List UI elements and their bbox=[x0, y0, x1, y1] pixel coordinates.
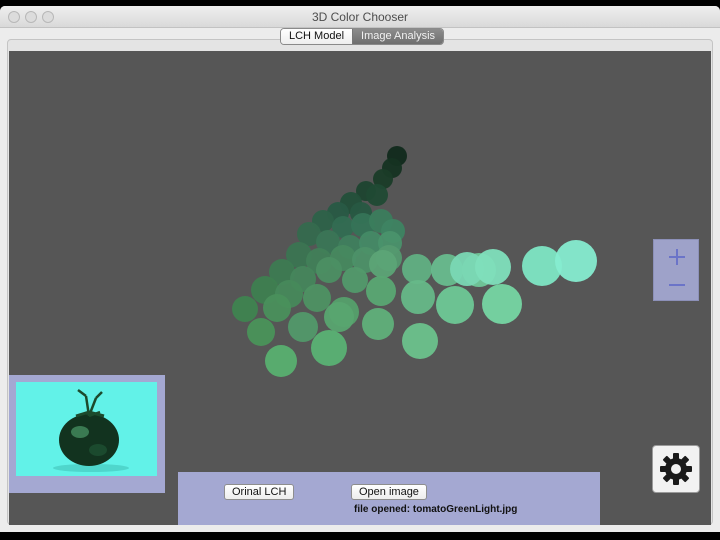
color-point bbox=[288, 312, 318, 342]
zoom-in-button[interactable] bbox=[654, 242, 700, 272]
settings-button[interactable] bbox=[652, 445, 700, 493]
color-point bbox=[402, 323, 438, 359]
file-status-text: file opened: tomatoGreenLight.jpg bbox=[354, 504, 518, 515]
color-point bbox=[265, 345, 297, 377]
color-space-viewport[interactable]: Orinal LCH Open image file opened: tomat… bbox=[9, 51, 711, 525]
window-title: 3D Color Chooser bbox=[311, 10, 409, 24]
gear-icon bbox=[660, 453, 692, 485]
color-point bbox=[402, 254, 432, 284]
color-point bbox=[366, 184, 388, 206]
color-point bbox=[342, 267, 368, 293]
color-point bbox=[475, 249, 511, 285]
color-point bbox=[436, 286, 474, 324]
color-point bbox=[366, 276, 396, 306]
mode-tabs: LCH Model Image Analysis bbox=[280, 28, 445, 45]
image-thumbnail-panel bbox=[9, 375, 165, 493]
color-point bbox=[303, 284, 331, 312]
color-point bbox=[311, 330, 347, 366]
color-point bbox=[324, 302, 354, 332]
color-point bbox=[362, 308, 394, 340]
color-point bbox=[401, 280, 435, 314]
tomato-thumbnail bbox=[16, 382, 157, 476]
app-window: 3D Color Chooser LCH Model Image Analysi… bbox=[0, 6, 720, 532]
zoom-out-button[interactable] bbox=[654, 270, 700, 300]
image-controls-bar: Orinal LCH Open image file opened: tomat… bbox=[178, 472, 600, 525]
title-bar: 3D Color Chooser bbox=[0, 6, 720, 28]
color-point bbox=[555, 240, 597, 282]
color-point bbox=[232, 296, 258, 322]
zoom-controls bbox=[653, 239, 699, 301]
tab-image-analysis[interactable]: Image Analysis bbox=[352, 29, 444, 44]
original-lch-button[interactable]: Orinal LCH bbox=[224, 484, 295, 500]
color-point bbox=[482, 284, 522, 324]
color-point bbox=[369, 250, 397, 278]
color-point bbox=[247, 318, 275, 346]
minus-icon bbox=[669, 284, 685, 286]
tab-lch-model[interactable]: LCH Model bbox=[281, 29, 353, 44]
color-point bbox=[263, 294, 291, 322]
open-image-button[interactable]: Open image bbox=[351, 484, 427, 500]
plus-icon bbox=[669, 249, 685, 265]
color-point bbox=[316, 257, 342, 283]
